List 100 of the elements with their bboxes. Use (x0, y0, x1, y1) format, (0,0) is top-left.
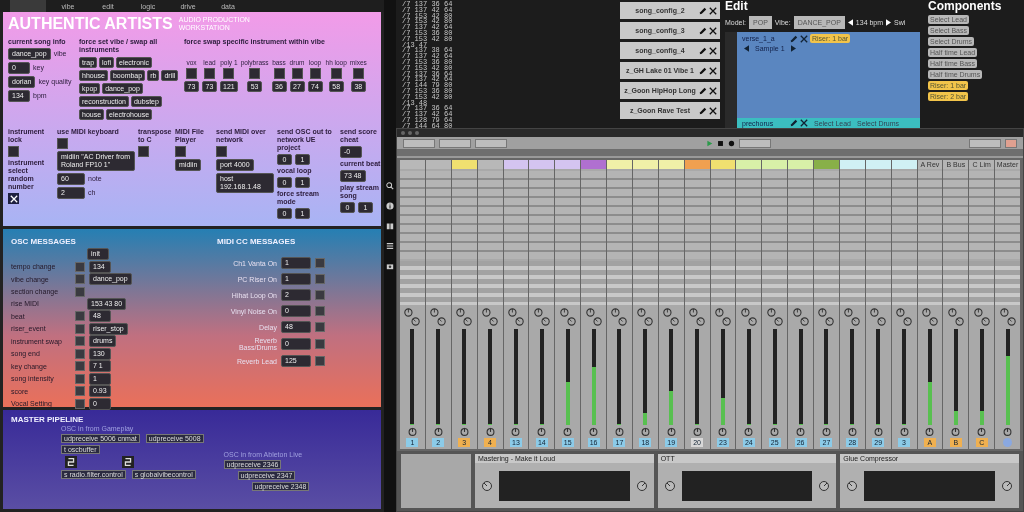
send-knobs-drawing[interactable] (481, 307, 500, 327)
toggle-button[interactable] (75, 386, 85, 397)
pan-knob-icon[interactable] (640, 427, 650, 436)
toggle-button[interactable] (223, 68, 235, 80)
routing-section[interactable] (658, 261, 684, 305)
routing-section[interactable] (710, 261, 736, 305)
toggle-button[interactable] (75, 361, 85, 372)
pan-knob-icon[interactable] (692, 427, 702, 436)
record-icon[interactable] (727, 139, 735, 147)
toggle-button[interactable] (204, 68, 215, 80)
toggle-button[interactable] (186, 68, 197, 80)
routing-section[interactable] (425, 261, 451, 305)
clip-slot-grid[interactable] (451, 171, 477, 259)
send-knobs-drawing[interactable] (455, 307, 474, 327)
list-icon[interactable] (386, 242, 394, 250)
book-icon[interactable] (386, 222, 394, 230)
routing-section[interactable] (762, 261, 788, 305)
toggle-button[interactable] (138, 146, 149, 158)
knob-icon[interactable] (663, 479, 676, 492)
send-knobs-drawing[interactable] (713, 307, 732, 327)
send-knobs-drawing[interactable] (998, 307, 1017, 327)
clip-slot-grid[interactable] (632, 171, 658, 259)
pan-knob-icon[interactable] (899, 427, 909, 436)
send-knobs-drawing[interactable] (558, 307, 577, 327)
pencil-icon[interactable] (699, 66, 707, 75)
pan-knob-icon[interactable] (537, 427, 547, 436)
toggle-button[interactable] (75, 323, 85, 334)
clip-slot-grid[interactable] (710, 171, 736, 259)
send-knobs-drawing[interactable] (895, 307, 914, 327)
routing-section[interactable] (865, 261, 891, 305)
toggle-button[interactable] (75, 286, 85, 297)
send-knobs-drawing[interactable] (791, 307, 810, 327)
routing-section[interactable] (477, 261, 503, 305)
toggle-button[interactable] (352, 68, 364, 80)
toggle-button[interactable] (8, 146, 19, 158)
toggle-button[interactable] (273, 68, 285, 80)
routing-section[interactable] (839, 261, 865, 305)
send-knobs-drawing[interactable] (688, 307, 707, 327)
right-triangle-icon[interactable] (886, 19, 892, 26)
pencil-icon[interactable] (699, 6, 707, 15)
pan-knob-icon[interactable] (459, 427, 469, 436)
routing-section[interactable] (632, 261, 658, 305)
toggle-button[interactable] (75, 336, 85, 347)
toggle-button[interactable] (249, 68, 261, 80)
toolbar-field[interactable] (1005, 138, 1017, 148)
clip-slot-grid[interactable] (684, 171, 710, 259)
camera-icon[interactable] (386, 262, 394, 270)
clip-slot-grid[interactable] (477, 171, 503, 259)
pan-knob-icon[interactable] (407, 427, 417, 436)
send-knobs-drawing[interactable] (584, 307, 603, 327)
pencil-icon[interactable] (699, 46, 707, 55)
send-knobs-drawing[interactable] (662, 307, 681, 327)
send-knobs-drawing[interactable] (946, 307, 965, 327)
toggle-button[interactable] (75, 261, 85, 272)
toggle-button[interactable] (175, 146, 186, 158)
pan-knob-icon[interactable] (873, 427, 883, 436)
pan-knob-icon[interactable] (1003, 427, 1013, 436)
patcher-icon[interactable] (65, 456, 77, 468)
toggle-button[interactable] (75, 348, 85, 359)
clip-slot-grid[interactable] (503, 171, 529, 259)
pan-knob-icon[interactable] (821, 427, 831, 436)
send-knobs-drawing[interactable] (920, 307, 939, 327)
clip-slot-grid[interactable] (658, 171, 684, 259)
close-icon[interactable] (709, 26, 717, 35)
toggle-button[interactable] (216, 146, 227, 158)
clip-slot-grid[interactable] (736, 171, 762, 259)
toggle-button[interactable] (75, 398, 85, 409)
pencil-icon[interactable] (699, 106, 707, 115)
close-icon[interactable] (709, 46, 717, 55)
toggle-button[interactable] (291, 68, 303, 80)
knob-icon[interactable] (846, 479, 859, 492)
close-icon[interactable] (709, 106, 717, 115)
pan-knob-icon[interactable] (485, 427, 495, 436)
pan-knob-icon[interactable] (951, 427, 961, 436)
pan-knob-icon[interactable] (589, 427, 599, 436)
send-knobs-drawing[interactable] (817, 307, 836, 327)
close-icon[interactable] (709, 86, 717, 95)
toggle-button[interactable] (309, 68, 321, 80)
knob-icon[interactable] (818, 479, 831, 492)
clip-slot-grid[interactable] (917, 171, 943, 259)
pan-knob-icon[interactable] (796, 427, 806, 436)
toggle-button[interactable] (75, 311, 85, 322)
clip-slot-grid[interactable] (555, 171, 581, 259)
toolbar-field[interactable] (969, 138, 1001, 148)
send-knobs-drawing[interactable] (532, 307, 551, 327)
search-icon[interactable] (386, 182, 394, 190)
routing-section[interactable] (891, 261, 917, 305)
clip-slot-grid[interactable] (969, 171, 995, 259)
clip-slot-grid[interactable] (839, 171, 865, 259)
clip-slot-grid[interactable] (865, 171, 891, 259)
send-knobs-drawing[interactable] (506, 307, 525, 327)
pan-knob-icon[interactable] (433, 427, 443, 436)
left-triangle-icon[interactable] (847, 19, 853, 26)
routing-section[interactable] (969, 261, 995, 305)
send-knobs-drawing[interactable] (972, 307, 991, 327)
routing-section[interactable] (736, 261, 762, 305)
clip-slot-grid[interactable] (607, 171, 632, 259)
knob-icon[interactable] (635, 479, 648, 492)
knob-icon[interactable] (1001, 479, 1013, 492)
pan-knob-icon[interactable] (770, 427, 780, 436)
